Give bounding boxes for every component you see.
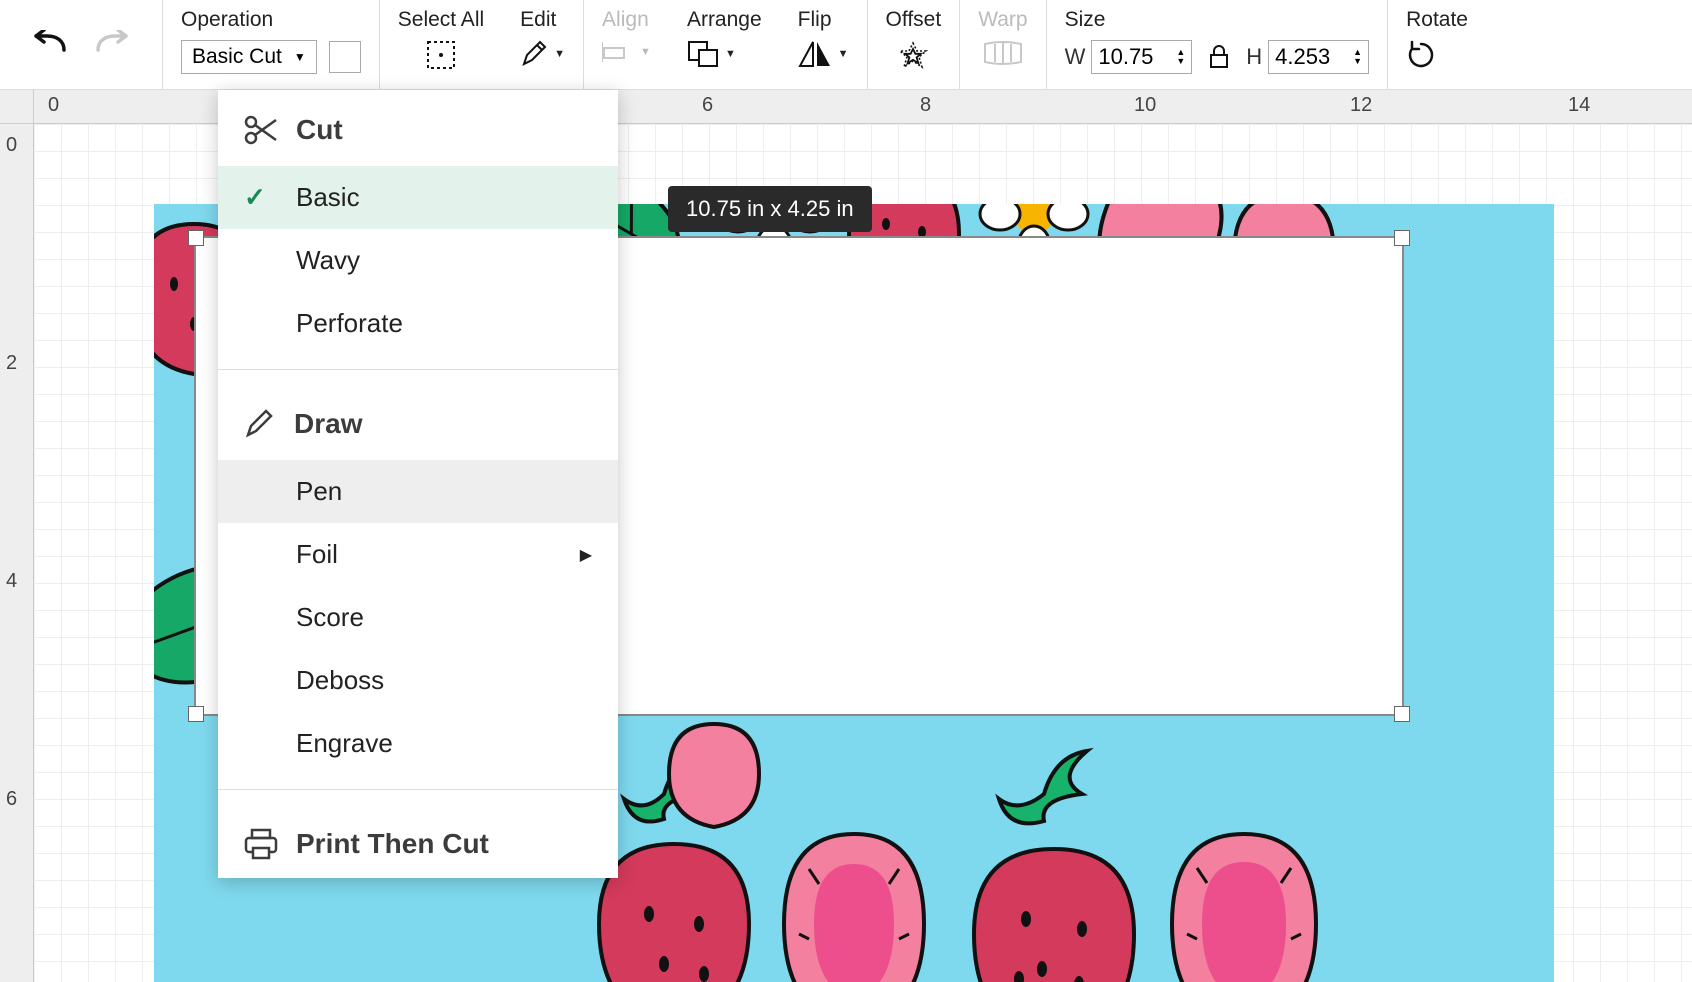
checkmark-icon: ✓ (244, 182, 266, 213)
arrange-group: Arrange ▼ (669, 0, 780, 90)
warp-group: Warp (960, 0, 1045, 90)
menu-item-label: Perforate (296, 308, 403, 339)
height-field[interactable] (1275, 44, 1345, 70)
menu-item-pen[interactable]: Pen (218, 460, 618, 523)
ruler-tick: 14 (1568, 94, 1590, 117)
size-label: Size (1065, 8, 1370, 32)
scissors-icon (244, 115, 278, 145)
operation-group: Operation Basic Cut ▼ (163, 0, 379, 90)
redo-button[interactable] (96, 30, 134, 60)
menu-divider (218, 789, 618, 790)
menu-item-label: Basic (296, 182, 360, 213)
select-all-label: Select All (398, 8, 484, 32)
align-label: Align (602, 8, 651, 32)
align-group: Align ▼ (584, 0, 669, 90)
height-label: H (1246, 44, 1262, 70)
chevron-down-icon: ▼ (294, 50, 306, 64)
menu-item-wavy[interactable]: Wavy (218, 229, 618, 292)
menu-item-label: Deboss (296, 665, 384, 696)
operation-dropdown-menu: Cut ✓ Basic Wavy Perforate Draw Pen Foil… (218, 90, 618, 878)
menu-item-perforate[interactable]: Perforate (218, 292, 618, 355)
resize-handle-br[interactable] (1394, 706, 1410, 722)
rotate-button[interactable] (1406, 40, 1436, 70)
chevron-down-icon: ▼ (725, 48, 736, 60)
width-input[interactable]: ▲▼ (1091, 40, 1192, 74)
chevron-down-icon: ▼ (838, 48, 849, 60)
edit-button[interactable]: ▼ (520, 40, 565, 68)
menu-item-deboss[interactable]: Deboss (218, 649, 618, 712)
menu-section-print-then-cut[interactable]: Print Then Cut (218, 804, 618, 868)
ruler-tick: 8 (920, 94, 931, 117)
resize-handle-tr[interactable] (1394, 230, 1410, 246)
menu-divider (218, 369, 618, 370)
width-stepper[interactable]: ▲▼ (1176, 48, 1185, 66)
rotate-group: Rotate (1388, 0, 1486, 90)
operation-value: Basic Cut (192, 45, 282, 69)
menu-item-basic[interactable]: ✓ Basic (218, 166, 618, 229)
menu-item-engrave[interactable]: Engrave (218, 712, 618, 775)
submenu-arrow-icon: ▶ (580, 545, 592, 565)
ruler-tick: 6 (6, 788, 17, 811)
menu-item-label: Pen (296, 476, 342, 507)
menu-item-label: Engrave (296, 728, 393, 759)
ruler-vertical: 0 2 4 6 (0, 124, 34, 982)
menu-section-cut: Cut (218, 90, 618, 166)
align-button: ▼ (602, 40, 651, 64)
operation-color-swatch[interactable] (329, 41, 361, 73)
warp-label: Warp (978, 8, 1027, 32)
height-input[interactable]: ▲▼ (1268, 40, 1369, 74)
flip-label: Flip (798, 8, 849, 32)
undo-redo-group (0, 0, 162, 90)
flip-group: Flip ▼ (780, 0, 867, 90)
width-field[interactable] (1098, 44, 1168, 70)
height-stepper[interactable]: ▲▼ (1353, 48, 1362, 66)
select-all-group: Select All (380, 0, 502, 90)
ruler-tick: 2 (6, 352, 17, 375)
width-label: W (1065, 44, 1086, 70)
undo-button[interactable] (28, 30, 66, 60)
rotate-label: Rotate (1406, 8, 1468, 32)
ruler-tick: 12 (1350, 94, 1372, 117)
edit-label: Edit (520, 8, 565, 32)
offset-label: Offset (886, 8, 942, 32)
ruler-tick: 0 (6, 134, 17, 157)
flip-button[interactable]: ▼ (798, 40, 849, 68)
edit-group: Edit ▼ (502, 0, 583, 90)
menu-item-foil[interactable]: Foil ▶ (218, 523, 618, 586)
arrange-label: Arrange (687, 8, 762, 32)
offset-button[interactable] (896, 40, 930, 72)
size-group: Size W ▲▼ H ▲▼ (1047, 0, 1388, 90)
resize-handle-tl[interactable] (188, 230, 204, 246)
menu-item-score[interactable]: Score (218, 586, 618, 649)
menu-item-label: Wavy (296, 245, 360, 276)
lock-aspect-button[interactable] (1208, 45, 1230, 69)
ruler-corner (0, 90, 34, 124)
select-all-button[interactable] (426, 40, 456, 70)
printer-icon (244, 828, 278, 860)
width-input-group: W ▲▼ (1065, 40, 1193, 74)
ruler-tick: 10 (1134, 94, 1156, 117)
chevron-down-icon: ▼ (554, 48, 565, 60)
size-tooltip: 10.75 in x 4.25 in (668, 186, 872, 232)
arrange-button[interactable]: ▼ (687, 40, 736, 68)
ruler-tick: 4 (6, 570, 17, 593)
ruler-tick: 6 (702, 94, 713, 117)
menu-item-label: Foil (296, 539, 338, 570)
menu-cut-header-label: Cut (296, 114, 343, 146)
operation-select[interactable]: Basic Cut ▼ (181, 40, 317, 74)
ruler-tick: 0 (48, 94, 59, 117)
resize-handle-bl[interactable] (188, 706, 204, 722)
offset-group: Offset (868, 0, 960, 90)
height-input-group: H ▲▼ (1246, 40, 1369, 74)
operation-label: Operation (181, 8, 361, 32)
menu-print-then-cut-label: Print Then Cut (296, 828, 489, 860)
menu-section-draw: Draw (218, 384, 618, 460)
menu-draw-header-label: Draw (294, 408, 362, 440)
top-toolbar: Operation Basic Cut ▼ Select All Edit ▼ (0, 0, 1692, 90)
menu-item-label: Score (296, 602, 364, 633)
chevron-down-icon: ▼ (640, 46, 651, 58)
pen-icon (244, 409, 276, 439)
warp-button (983, 40, 1023, 66)
